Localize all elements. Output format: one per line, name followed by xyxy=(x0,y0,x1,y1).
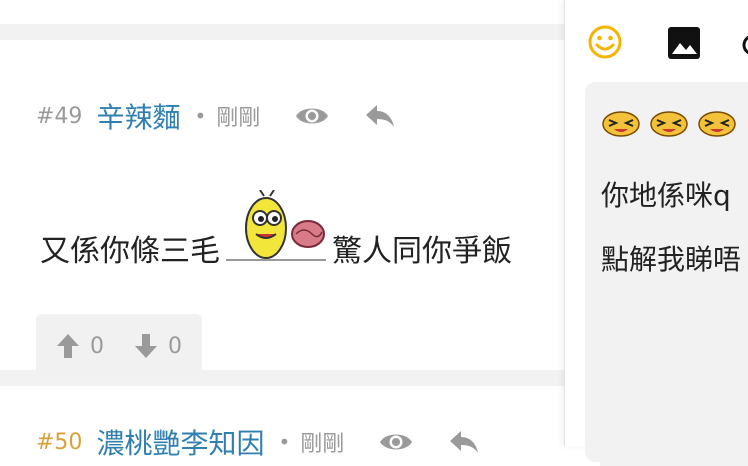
upvote-button[interactable]: 0 xyxy=(56,333,104,359)
laughing-emoji-icon xyxy=(650,111,688,137)
thumb-up-arrow-icon xyxy=(57,334,79,358)
post-text-after: 驚人同你爭飯 xyxy=(332,234,512,269)
vote-box: 0 0 xyxy=(36,314,202,378)
more-tools-icon[interactable] xyxy=(741,30,748,64)
reply-panel: 你地係咪q 點解我睇唔 xyxy=(564,0,748,462)
post-header: #49 辛辣麵 • 剛剛 xyxy=(36,96,396,136)
separator-dot: • xyxy=(194,104,207,128)
post-card-49: #49 辛辣麵 • 剛剛 又係你條三毛 驚人同你爭飯 0 0 xyxy=(0,40,600,378)
post-card-50: #50 濃桃艷李知因 • 剛剛 xyxy=(0,386,600,466)
sticker-image xyxy=(226,189,326,270)
post-time: 剛剛 xyxy=(216,106,261,131)
editor-toolbar xyxy=(565,0,748,84)
thumb-down-arrow-icon xyxy=(135,334,157,358)
post-header: #50 濃桃艷李知因 • 剛剛 xyxy=(36,422,480,462)
post-username[interactable]: 濃桃艷李知因 xyxy=(96,422,264,462)
post-number: #50 xyxy=(36,429,83,455)
smiley-icon[interactable] xyxy=(587,24,623,64)
downvote-count: 0 xyxy=(168,333,182,359)
editor-line-1: 你地係咪q xyxy=(601,179,731,212)
eye-icon[interactable] xyxy=(294,104,330,128)
editor-line-2: 點解我睇唔 xyxy=(601,243,742,276)
reply-editor[interactable]: 你地係咪q 點解我睇唔 xyxy=(585,82,748,462)
laughing-emoji-icon xyxy=(698,111,736,137)
post-username[interactable]: 辛辣麵 xyxy=(96,96,180,136)
separator-dot: • xyxy=(278,430,291,454)
laughing-emoji-icon xyxy=(602,111,640,137)
post-time: 剛剛 xyxy=(300,432,345,457)
downvote-button[interactable]: 0 xyxy=(134,333,182,359)
upvote-count: 0 xyxy=(90,333,104,359)
reply-icon[interactable] xyxy=(364,103,396,129)
post-content: 又係你條三毛 驚人同你爭飯 xyxy=(40,189,512,270)
inserted-emoji-row xyxy=(601,108,745,138)
previous-post-card xyxy=(0,0,600,24)
image-icon[interactable] xyxy=(667,26,701,64)
eye-icon[interactable] xyxy=(378,430,414,454)
reply-icon[interactable] xyxy=(448,429,480,455)
post-number: #49 xyxy=(36,103,83,129)
post-text-before: 又係你條三毛 xyxy=(40,234,220,269)
